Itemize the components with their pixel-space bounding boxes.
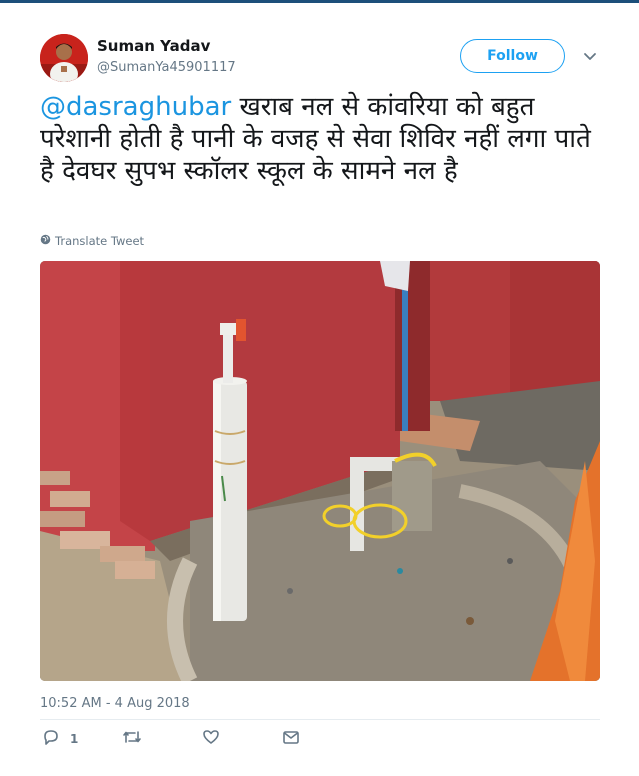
- message-icon: [282, 728, 300, 750]
- divider: [40, 719, 600, 720]
- retweet-icon: [122, 728, 142, 750]
- like-button[interactable]: [202, 728, 220, 750]
- reply-icon: [42, 728, 60, 750]
- window-top-border: [0, 0, 639, 3]
- retweet-button[interactable]: [122, 728, 142, 750]
- follow-button[interactable]: Follow: [460, 39, 565, 73]
- translate-tweet-link[interactable]: Translate Tweet: [40, 234, 144, 248]
- avatar[interactable]: [40, 34, 88, 82]
- direct-message-button[interactable]: [282, 728, 300, 750]
- author-handle[interactable]: @SumanYa45901117: [97, 60, 236, 75]
- chevron-down-icon[interactable]: [582, 48, 598, 64]
- tweet-photo[interactable]: [40, 261, 600, 681]
- translate-label: Translate Tweet: [55, 234, 145, 248]
- author-name[interactable]: Suman Yadav: [97, 37, 210, 55]
- mention-link[interactable]: @dasraghubar: [40, 92, 231, 122]
- globe-icon: [40, 234, 51, 248]
- like-icon: [202, 728, 220, 750]
- tweet-timestamp[interactable]: 10:52 AM - 4 Aug 2018: [40, 696, 190, 711]
- tweet-text: @dasraghubar खराब नल से कांवरिया को बहुत…: [40, 91, 600, 187]
- reply-button[interactable]: 1: [42, 728, 78, 750]
- reply-count: 1: [70, 732, 79, 746]
